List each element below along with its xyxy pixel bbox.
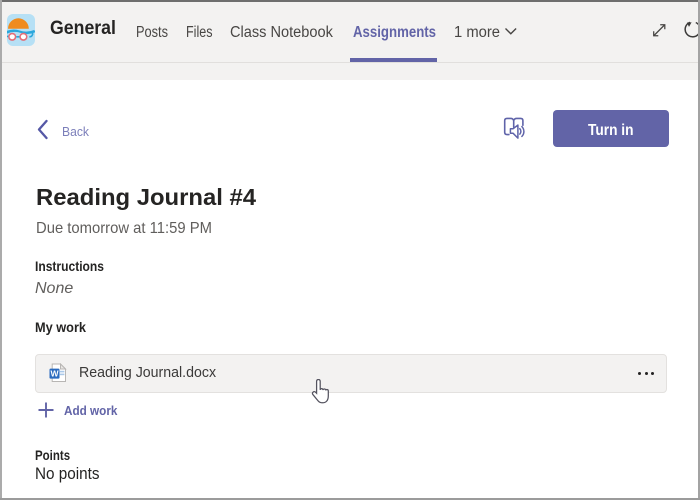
svg-text:W: W [50,368,59,378]
